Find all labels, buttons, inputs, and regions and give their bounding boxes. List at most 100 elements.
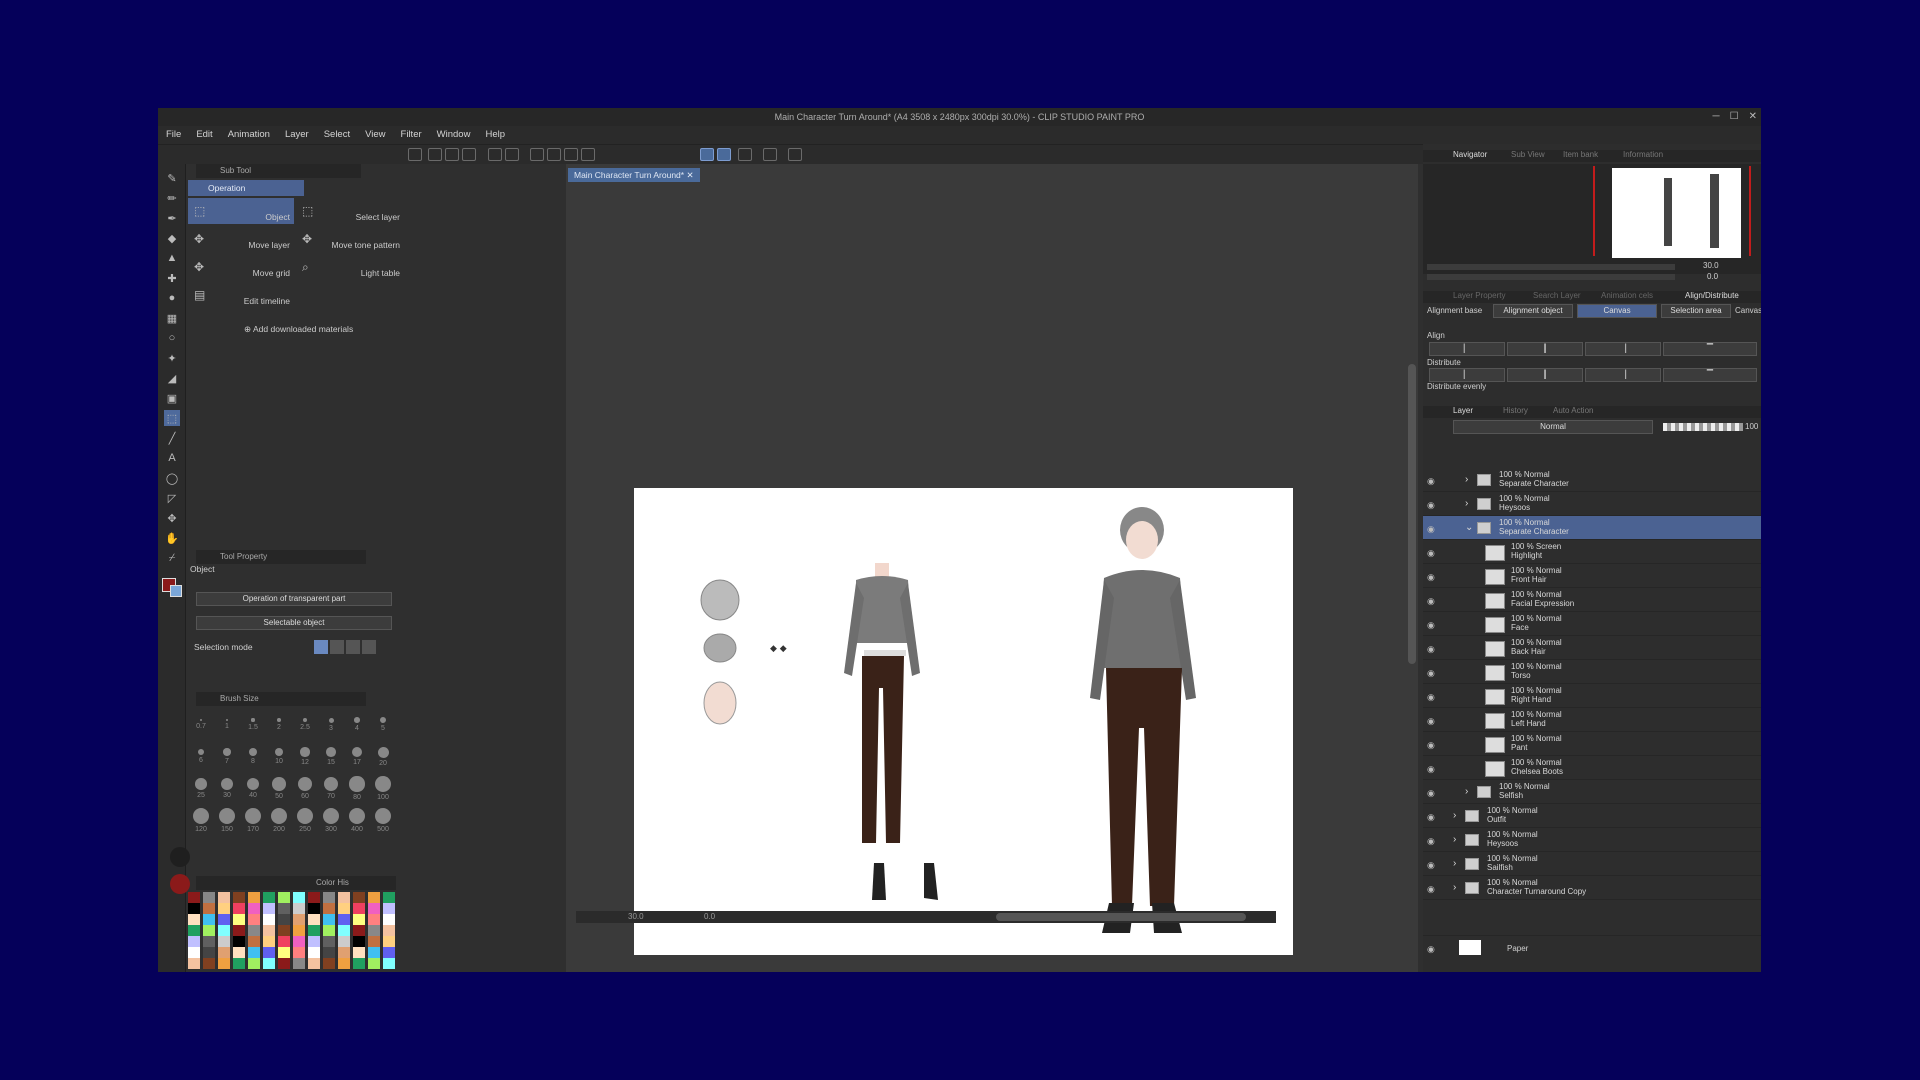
- color-swatch[interactable]: [353, 958, 365, 969]
- tab-item-bank[interactable]: Item bank: [1563, 150, 1598, 159]
- brush-size-option[interactable]: 200: [266, 806, 292, 836]
- color-swatch[interactable]: [323, 936, 335, 947]
- color-swatch[interactable]: [383, 925, 395, 936]
- ruler-icon[interactable]: ▦: [164, 310, 180, 326]
- brush-size-option[interactable]: 2: [266, 710, 292, 740]
- align-top-button[interactable]: ▔: [1663, 342, 1757, 356]
- brush-size-option[interactable]: 300: [318, 806, 344, 836]
- color-swatch[interactable]: [353, 903, 365, 914]
- snap-ruler-icon[interactable]: [700, 148, 714, 161]
- brush-size-option[interactable]: 6: [188, 742, 214, 772]
- folder-chevron-icon[interactable]: ›: [1465, 474, 1468, 485]
- color-swatch[interactable]: [203, 903, 215, 914]
- color-swatch[interactable]: [368, 947, 380, 958]
- eraser-icon[interactable]: ◆: [164, 230, 180, 246]
- color-swatch[interactable]: [308, 914, 320, 925]
- blend-icon[interactable]: ▲: [164, 250, 180, 266]
- menu-edit[interactable]: Edit: [196, 126, 221, 144]
- visibility-eye-icon[interactable]: ◉: [1427, 572, 1435, 583]
- visibility-eye-icon[interactable]: ◉: [1427, 548, 1435, 559]
- color-swatch[interactable]: [233, 903, 245, 914]
- color-swatch[interactable]: [383, 958, 395, 969]
- color-swatch[interactable]: [383, 914, 395, 925]
- airbrush-icon[interactable]: ●: [164, 290, 180, 306]
- color-swatch[interactable]: [293, 903, 305, 914]
- canvas-option[interactable]: Canvas: [1577, 304, 1657, 318]
- menu-select[interactable]: Select: [324, 126, 359, 144]
- color-swatch[interactable]: [248, 892, 260, 903]
- visibility-eye-icon[interactable]: ◉: [1427, 860, 1435, 871]
- layer-row[interactable]: ◉ 100 % Normal Right Hand: [1423, 684, 1761, 708]
- opacity-value[interactable]: 100: [1745, 422, 1758, 431]
- color-swatch[interactable]: [278, 914, 290, 925]
- color-swatch[interactable]: [233, 925, 245, 936]
- visibility-eye-icon[interactable]: ◉: [1427, 668, 1435, 679]
- color-swatch[interactable]: [368, 892, 380, 903]
- brush-size-option[interactable]: 30: [214, 774, 240, 804]
- color-swatch[interactable]: [248, 958, 260, 969]
- layer-row[interactable]: ◉ › 100 % Normal Separate Character: [1423, 468, 1761, 492]
- layer-row[interactable]: ◉ › 100 % Normal Outfit: [1423, 804, 1761, 828]
- brush-size-option[interactable]: 40: [240, 774, 266, 804]
- color-swatch[interactable]: [278, 936, 290, 947]
- undo-icon[interactable]: [488, 148, 502, 161]
- brush-size-option[interactable]: 400: [344, 806, 370, 836]
- menu-window[interactable]: Window: [437, 126, 480, 144]
- color-swatch[interactable]: [308, 958, 320, 969]
- visibility-eye-icon[interactable]: ◉: [1427, 884, 1435, 895]
- tab-search-layer[interactable]: Search Layer: [1533, 291, 1581, 300]
- color-swatch[interactable]: [188, 925, 200, 936]
- color-swatch[interactable]: [383, 903, 395, 914]
- folder-chevron-icon[interactable]: ›: [1453, 834, 1456, 845]
- color-swatch[interactable]: [278, 892, 290, 903]
- color-swatch[interactable]: [308, 936, 320, 947]
- subtool-edit-timeline[interactable]: ▤ Edit timeline: [188, 282, 294, 308]
- color-swatch[interactable]: [293, 947, 305, 958]
- snap-grid-icon[interactable]: [738, 148, 752, 161]
- crop-icon[interactable]: [581, 148, 595, 161]
- navigator-rotate-slider[interactable]: [1427, 274, 1675, 280]
- gradient-icon[interactable]: ▣: [164, 390, 180, 406]
- brush-size-option[interactable]: 250: [292, 806, 318, 836]
- brush-size-option[interactable]: 60: [292, 774, 318, 804]
- open-file-icon[interactable]: [445, 148, 459, 161]
- color-swatch[interactable]: [353, 892, 365, 903]
- color-swatch[interactable]: [293, 936, 305, 947]
- folder-chevron-icon[interactable]: ›: [1453, 882, 1456, 893]
- close-icon[interactable]: ✕: [1749, 108, 1757, 126]
- selection-mode-option-4[interactable]: [362, 640, 376, 654]
- brush-size-option[interactable]: 8: [240, 742, 266, 772]
- brush-size-option[interactable]: 500: [370, 806, 396, 836]
- brush-size-option[interactable]: 100: [370, 774, 396, 804]
- visibility-eye-icon[interactable]: ◉: [1427, 740, 1435, 751]
- tab-layer-property[interactable]: Layer Property: [1453, 291, 1505, 300]
- visibility-eye-icon[interactable]: ◉: [1427, 764, 1435, 775]
- color-swatch[interactable]: [218, 892, 230, 903]
- visibility-eye-icon[interactable]: ◉: [1427, 716, 1435, 727]
- distribute-top-button[interactable]: ▔: [1663, 368, 1757, 382]
- color-swatch[interactable]: [218, 936, 230, 947]
- brush-size-option[interactable]: 3: [318, 710, 344, 740]
- brush-size-option[interactable]: 17: [344, 742, 370, 772]
- brush-size-option[interactable]: 12: [292, 742, 318, 772]
- brush-size-option[interactable]: 80: [344, 774, 370, 804]
- text-icon[interactable]: A: [164, 450, 180, 466]
- selection-mode-option-1[interactable]: [314, 640, 328, 654]
- transparent-part-dropdown[interactable]: Operation of transparent part: [196, 592, 392, 606]
- brush-size-option[interactable]: 20: [370, 742, 396, 772]
- visibility-eye-icon[interactable]: ◉: [1427, 524, 1435, 535]
- color-swatch[interactable]: [203, 914, 215, 925]
- line-icon[interactable]: ╱: [164, 430, 180, 446]
- visibility-eye-icon[interactable]: ◉: [1427, 476, 1435, 487]
- color-swatch[interactable]: [248, 914, 260, 925]
- distribute-right-button[interactable]: ▕: [1585, 368, 1661, 382]
- subtool-move-tone-pattern[interactable]: ✥ Move tone pattern: [296, 226, 404, 252]
- layer-row-paper[interactable]: ◉ Paper: [1423, 935, 1761, 957]
- visibility-eye-icon[interactable]: ◉: [1427, 692, 1435, 703]
- canvas-paper[interactable]: ◆ ◆: [634, 488, 1293, 955]
- distribute-left-button[interactable]: ▏: [1429, 368, 1505, 382]
- folder-chevron-icon[interactable]: ›: [1465, 498, 1468, 509]
- new-file-icon[interactable]: [428, 148, 442, 161]
- color-swatch[interactable]: [233, 914, 245, 925]
- visibility-eye-icon[interactable]: ◉: [1427, 944, 1435, 955]
